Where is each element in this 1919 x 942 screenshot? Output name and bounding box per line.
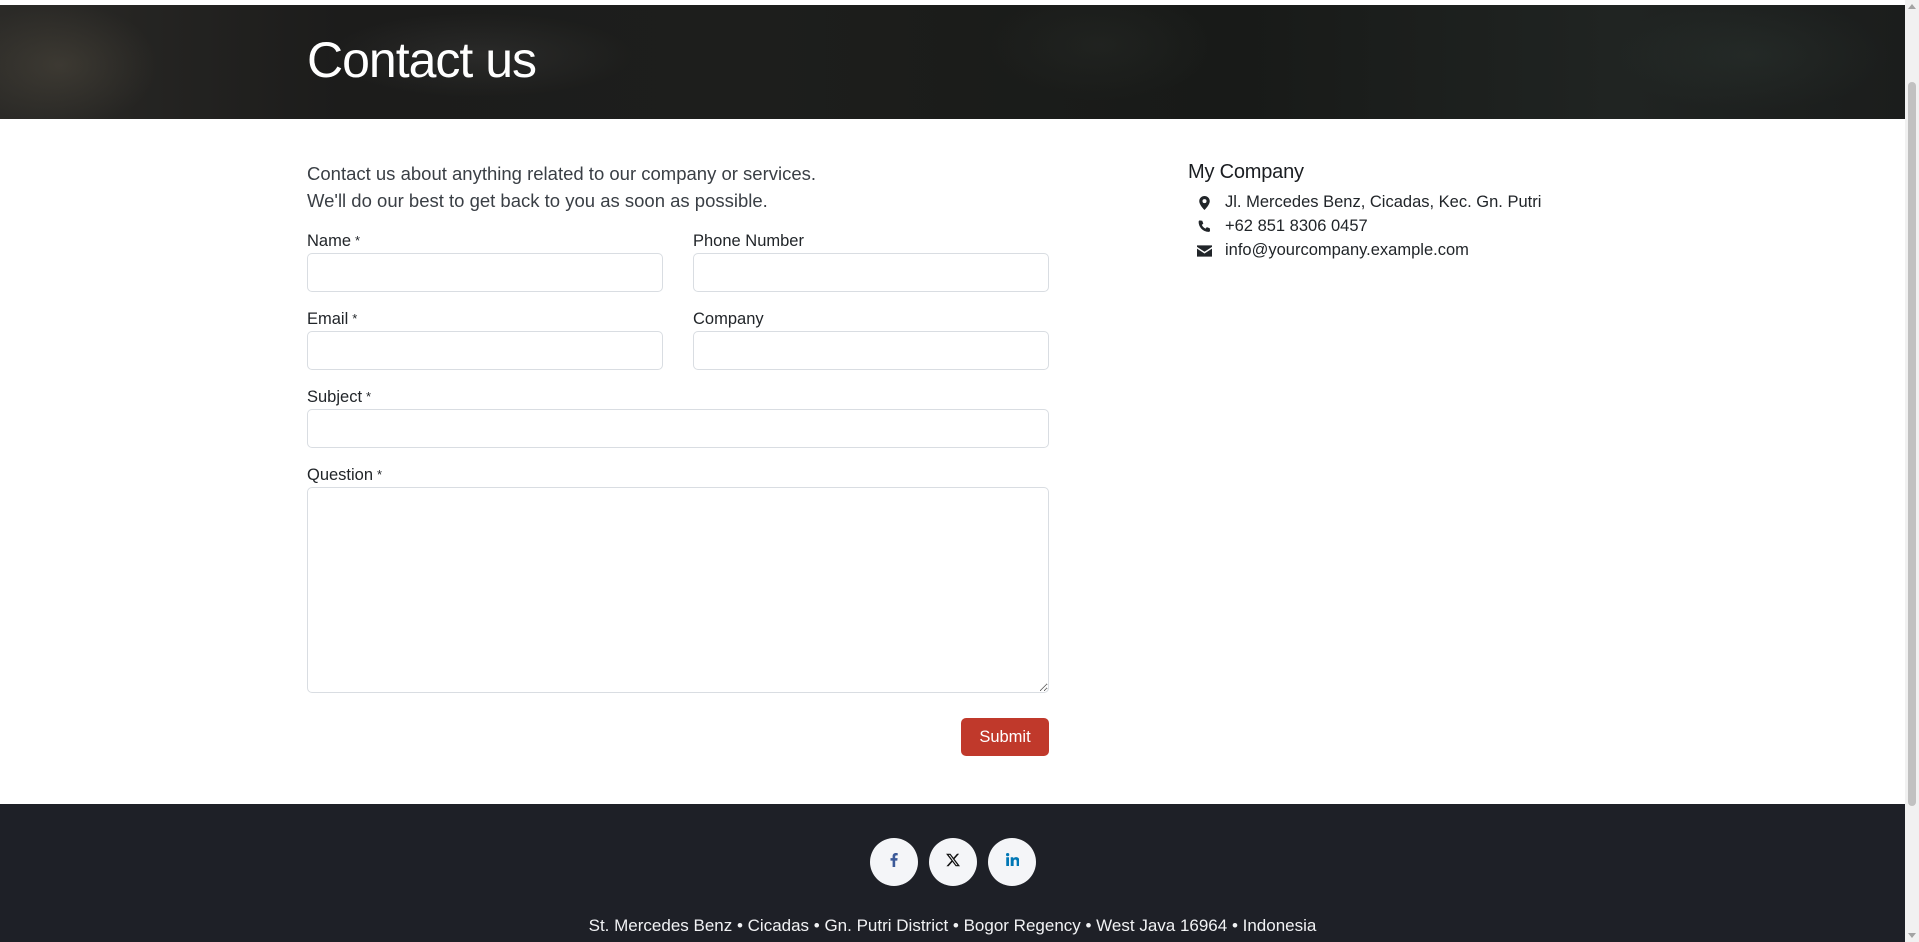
submit-button[interactable]: Submit: [961, 718, 1049, 756]
name-input[interactable]: [307, 253, 663, 292]
phone-label: Phone Number: [693, 232, 804, 250]
subject-input[interactable]: [307, 409, 1049, 448]
facebook-link[interactable]: [870, 838, 918, 886]
email-input[interactable]: [307, 331, 663, 370]
intro-line-2: We'll do our best to get back to you as …: [307, 190, 768, 211]
company-email[interactable]: info@yourcompany.example.com: [1225, 241, 1469, 260]
intro-line-1: Contact us about anything related to our…: [307, 163, 817, 184]
company-name: My Company: [1188, 161, 1304, 183]
company-address: Jl. Mercedes Benz, Cicadas, Kec. Gn. Put…: [1225, 193, 1542, 211]
company-phone: +62 851 8306 0457: [1225, 217, 1368, 235]
email-label: Email *: [307, 310, 358, 328]
question-textarea[interactable]: [307, 487, 1049, 693]
phone-input[interactable]: [693, 253, 1049, 292]
linkedin-link[interactable]: [988, 838, 1036, 886]
page-title: Contact us: [307, 32, 537, 88]
intro-text: Contact us about anything related to our…: [307, 160, 1067, 214]
facebook-icon: [890, 852, 898, 872]
required-marker: *: [377, 467, 383, 482]
company-email-row: info@yourcompany.example.com: [1196, 241, 1469, 260]
footer-address: St. Mercedes Benz • Cicadas • Gn. Putri …: [588, 916, 1317, 935]
company-label: Company: [693, 310, 764, 328]
required-marker: *: [355, 233, 361, 248]
company-input[interactable]: [693, 331, 1049, 370]
subject-label: Subject *: [307, 388, 372, 406]
footer: St. Mercedes Benz • Cicadas • Gn. Putri …: [0, 804, 1905, 942]
page-scrollbar[interactable]: [1905, 0, 1919, 942]
x-twitter-link[interactable]: [929, 838, 977, 886]
envelope-icon: [1196, 243, 1212, 259]
question-label: Question *: [307, 466, 383, 484]
phone-icon: [1196, 219, 1212, 235]
scrollbar-thumb[interactable]: [1908, 82, 1916, 806]
map-marker-icon: [1196, 195, 1212, 211]
name-label: Name *: [307, 232, 361, 250]
company-phone-row: +62 851 8306 0457: [1196, 217, 1368, 236]
scroll-down-icon[interactable]: [1908, 933, 1916, 938]
page-header-banner: Contact us: [0, 5, 1905, 119]
linkedin-icon: [1005, 853, 1019, 871]
x-twitter-icon: [946, 853, 960, 872]
company-address-row: Jl. Mercedes Benz, Cicadas, Kec. Gn. Put…: [1196, 193, 1541, 212]
required-marker: *: [352, 311, 358, 326]
required-marker: *: [366, 389, 372, 404]
scroll-up-icon[interactable]: [1908, 4, 1916, 9]
